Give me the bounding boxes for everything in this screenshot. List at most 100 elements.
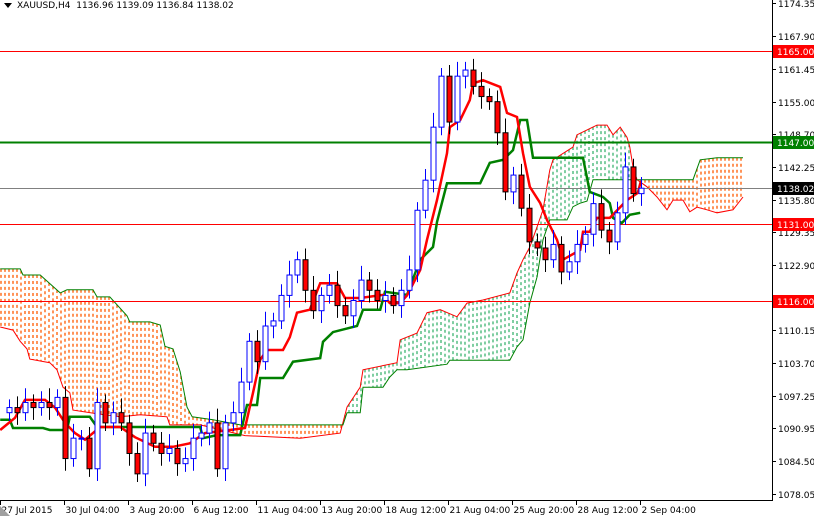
candle-body bbox=[190, 437, 197, 460]
horizontal-levels[interactable] bbox=[0, 51, 772, 302]
bull-candle bbox=[286, 260, 293, 308]
bear-candle bbox=[214, 408, 221, 477]
candle-body bbox=[478, 85, 485, 98]
candle-body bbox=[6, 407, 13, 414]
time-tick-label: 28 Aug 12:00 bbox=[578, 506, 639, 516]
candle-body bbox=[638, 187, 645, 195]
candle-body bbox=[406, 269, 413, 291]
bear-candle bbox=[446, 64, 453, 135]
candle-body bbox=[446, 75, 453, 123]
candles bbox=[6, 58, 645, 487]
bull-candle bbox=[262, 311, 269, 370]
candle-body bbox=[358, 279, 365, 302]
time-tick-label: 18 Aug 12:00 bbox=[386, 506, 447, 516]
candle-body bbox=[62, 396, 69, 460]
candle-body bbox=[214, 422, 221, 470]
candle-body bbox=[14, 407, 21, 414]
bear-candle bbox=[334, 270, 341, 318]
bull-candle bbox=[510, 166, 517, 205]
candle-body bbox=[574, 243, 581, 263]
dropdown-triangle-icon[interactable] bbox=[4, 3, 12, 8]
candle-body bbox=[294, 259, 301, 276]
candle-body bbox=[414, 209, 421, 271]
bull-candle bbox=[270, 312, 277, 339]
bull-candle bbox=[454, 61, 461, 131]
candle-body bbox=[278, 294, 285, 322]
time-tick-label: 21 Aug 04:00 bbox=[450, 506, 511, 516]
candle-body bbox=[182, 458, 189, 465]
bull-candle bbox=[54, 389, 61, 416]
candle-body bbox=[374, 289, 381, 302]
bull-candle bbox=[622, 152, 629, 226]
bear-candle bbox=[390, 287, 397, 314]
candle-body bbox=[438, 75, 445, 128]
price-tick-label: 1135.80 bbox=[778, 197, 814, 207]
candle-body bbox=[230, 412, 237, 424]
price-chart[interactable]: 1174.351167.901161.451155.001148.701142.… bbox=[0, 0, 814, 516]
candle-body bbox=[134, 452, 141, 475]
candle-body bbox=[598, 203, 605, 231]
bear-candle bbox=[126, 414, 133, 466]
tenkan-sen-line bbox=[0, 78, 643, 449]
bull-candle bbox=[326, 273, 333, 304]
candle-body bbox=[390, 294, 397, 307]
candle-body bbox=[502, 132, 509, 193]
candle-body bbox=[366, 279, 373, 291]
ohlc-open: 1136.96 bbox=[76, 1, 114, 11]
ohlc-high: 1139.09 bbox=[116, 1, 154, 11]
candle-body bbox=[454, 75, 461, 123]
price-tick-label: 1122.90 bbox=[778, 262, 814, 272]
bull-candle bbox=[582, 226, 589, 253]
bull-candle bbox=[358, 265, 365, 309]
bull-candle bbox=[590, 192, 597, 247]
candle-body bbox=[462, 69, 469, 77]
bull-candle bbox=[278, 284, 285, 330]
candle-body bbox=[94, 401, 101, 470]
level-price-label: 1116.00 bbox=[777, 298, 814, 308]
symbol-label: XAUUSD,H4 bbox=[17, 1, 71, 11]
candle-body bbox=[142, 432, 149, 475]
bear-candle bbox=[534, 233, 541, 257]
indicator-lines bbox=[0, 78, 643, 449]
bear-candle bbox=[310, 276, 317, 319]
candle-body bbox=[622, 166, 629, 214]
candle-body bbox=[310, 289, 317, 312]
time-tick-label: 3 Aug 20:00 bbox=[130, 506, 185, 516]
bull-candle bbox=[398, 279, 405, 318]
kijun-sen-line bbox=[0, 118, 641, 440]
time-tick-label: 30 Jul 04:00 bbox=[66, 506, 120, 516]
bull-candle bbox=[94, 388, 101, 481]
bull-candle bbox=[38, 391, 45, 416]
candle-body bbox=[350, 300, 357, 317]
bull-candle bbox=[206, 411, 213, 446]
axes: 1174.351167.901161.451155.001148.701142.… bbox=[0, 0, 814, 516]
price-tick-label: 1167.90 bbox=[778, 33, 814, 43]
bull-candle bbox=[6, 399, 13, 421]
bear-candle bbox=[606, 221, 613, 255]
level-price-label: 1147.00 bbox=[777, 139, 814, 149]
price-tick-label: 1103.70 bbox=[778, 360, 814, 370]
price-tick-label: 1084.50 bbox=[778, 458, 814, 468]
bull-candle bbox=[430, 112, 437, 193]
time-tick-label: 13 Aug 20:00 bbox=[322, 506, 383, 516]
candle-body bbox=[526, 207, 533, 243]
candle-body bbox=[542, 247, 549, 261]
bull-candle bbox=[222, 414, 229, 481]
candle-body bbox=[550, 243, 557, 261]
price-tick-label: 1097.25 bbox=[778, 393, 814, 403]
candle-body bbox=[302, 259, 309, 291]
bull-candle bbox=[318, 287, 325, 323]
candle-body bbox=[126, 422, 133, 454]
candle-body bbox=[222, 422, 229, 470]
bull-candle bbox=[246, 333, 253, 391]
time-tick-label: 2 Sep 04:00 bbox=[642, 506, 697, 516]
bear-candle bbox=[62, 386, 69, 471]
ohlc-low: 1136.84 bbox=[156, 1, 194, 11]
candle-body bbox=[118, 412, 125, 424]
candle-body bbox=[470, 69, 477, 87]
candle-body bbox=[318, 294, 325, 312]
candle-body bbox=[558, 243, 565, 273]
candle-body bbox=[486, 96, 493, 103]
candle-body bbox=[254, 340, 261, 363]
candle-body bbox=[70, 437, 77, 460]
